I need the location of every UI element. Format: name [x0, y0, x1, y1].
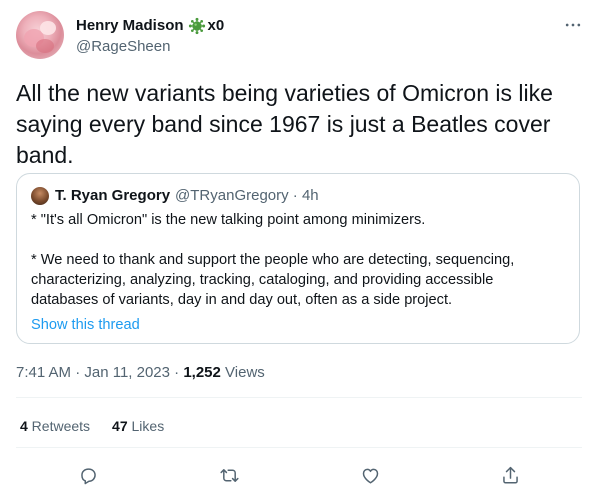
engagement-stats: 4 Retweets 47 Likes	[20, 416, 186, 436]
tweet-meta: 7:41 AM · Jan 11, 2023 · 1,252 Views	[16, 363, 265, 383]
quote-body: * "It's all Omicron" is the new talking …	[31, 210, 561, 310]
author-handle[interactable]: @RageSheen	[76, 37, 224, 57]
more-dots-icon[interactable]	[561, 13, 585, 37]
retweets-stat[interactable]: 4 Retweets	[20, 416, 90, 436]
share-icon[interactable]	[497, 462, 523, 488]
quote-avatar	[31, 187, 49, 205]
author-avatar[interactable]	[16, 11, 64, 59]
action-bar	[0, 462, 598, 488]
retweets-count: 4	[20, 418, 28, 434]
tweet-timestamp[interactable]: 7:41 AM · Jan 11, 2023 ·	[16, 364, 183, 381]
author-name-suffix: x0	[207, 17, 225, 34]
author-block: Henry Madison x0 @RageSheen	[76, 16, 224, 57]
views-label: Views	[220, 364, 265, 381]
quote-paragraph: * "It's all Omicron" is the new talking …	[31, 212, 426, 228]
divider	[16, 397, 582, 398]
likes-count: 47	[112, 418, 128, 434]
quote-author-name: T. Ryan Gregory	[55, 187, 171, 204]
author-name[interactable]: Henry Madison	[76, 16, 184, 36]
likes-label: Likes	[127, 418, 165, 434]
retweet-icon[interactable]	[216, 462, 242, 488]
tweet-text: All the new variants being varieties of …	[16, 80, 553, 168]
quoted-tweet[interactable]: T. Ryan Gregory @TRyanGregory · 4h * "It…	[16, 173, 580, 344]
quote-paragraph: * We need to thank and support the peopl…	[31, 252, 515, 308]
heart-icon[interactable]	[357, 462, 383, 488]
likes-stat[interactable]: 47 Likes	[112, 416, 164, 436]
views-count: 1,252	[183, 364, 221, 381]
reply-icon[interactable]	[75, 462, 101, 488]
retweets-label: Retweets	[27, 418, 91, 434]
virus-icon	[188, 17, 206, 35]
divider	[16, 447, 582, 448]
show-thread-link[interactable]: Show this thread	[31, 315, 140, 335]
quote-author-handle: @TRyanGregory · 4h	[175, 187, 319, 204]
